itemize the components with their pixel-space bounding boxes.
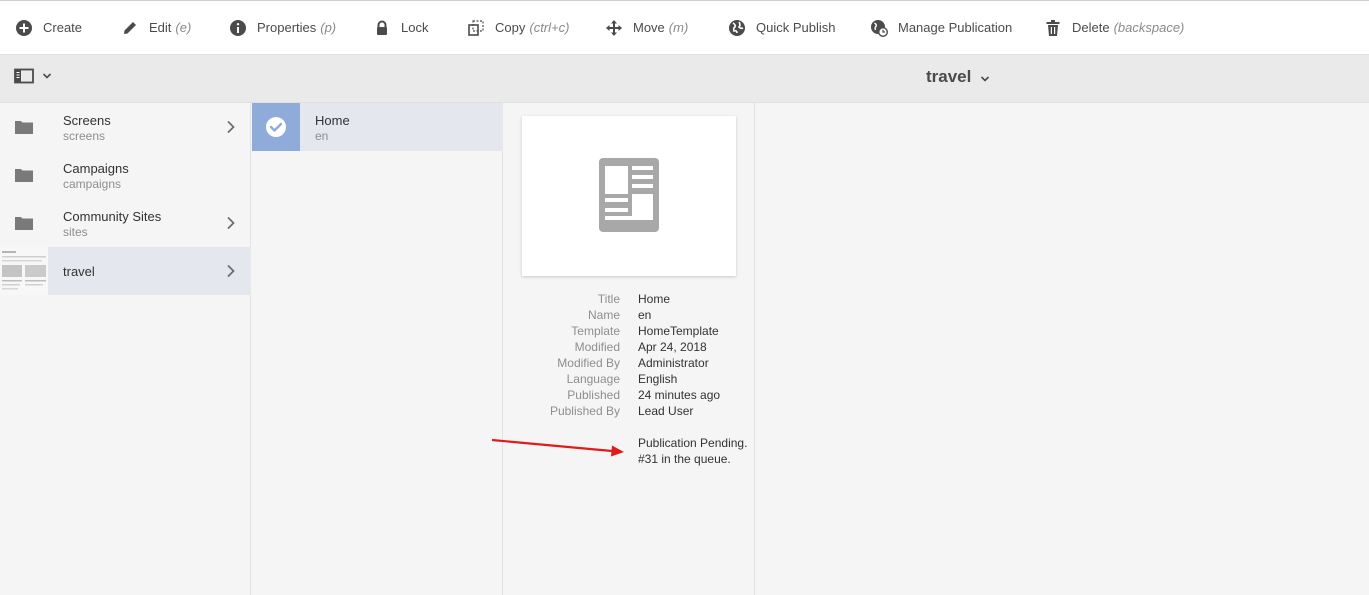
meta-template-row: Template HomeTemplate: [504, 324, 755, 340]
delete-button[interactable]: Delete (backspace): [1043, 1, 1203, 55]
metadata-list: Title Home Name en Template HomeTemplate…: [504, 292, 755, 420]
meta-modified-by-row: Modified By Administrator: [504, 356, 755, 372]
item-subtitle: screens: [63, 129, 106, 143]
manage-publication-button[interactable]: Manage Publication: [869, 1, 1043, 55]
meta-key: Published: [567, 388, 620, 402]
lock-label: Lock: [401, 20, 429, 35]
column-sites-root: Screens screens Campaigns campaigns Comm…: [0, 103, 251, 595]
meta-key: Published By: [549, 404, 620, 418]
copy-label: Copy: [495, 20, 526, 35]
move-label: Move: [633, 20, 665, 35]
delete-label: Delete: [1072, 20, 1110, 35]
folder-icon: [0, 151, 48, 199]
queue-position: #31 in the queue.: [638, 452, 731, 466]
move-button[interactable]: Move (m): [604, 1, 727, 55]
rail-toggle-button[interactable]: [14, 68, 52, 84]
globe-clock-icon: [869, 18, 889, 38]
meta-value: Home: [638, 292, 671, 306]
copy-shortcut: (ctrl+c): [529, 20, 570, 35]
meta-published-row: Published 24 minutes ago: [504, 388, 755, 404]
publication-status: Publication Pending. #31 in the queue.: [638, 435, 747, 467]
side-panel-icon: [14, 68, 34, 84]
action-toolbar: Create Edit (e) Properties (p) Lock Copy…: [0, 0, 1369, 55]
column-item-screens[interactable]: Screens screens: [0, 103, 251, 151]
item-title: Campaigns: [63, 161, 129, 176]
copy-button[interactable]: Copy (ctrl+c): [466, 1, 604, 55]
properties-button[interactable]: Properties (p): [228, 1, 372, 55]
chevron-right-icon: [226, 216, 236, 233]
item-title: Screens: [63, 113, 111, 128]
column-item-travel[interactable]: travel: [0, 247, 251, 295]
meta-language-row: Language English: [504, 372, 755, 388]
meta-value: 24 minutes ago: [638, 388, 721, 402]
quick-publish-button[interactable]: Quick Publish: [727, 1, 869, 55]
meta-key: Template: [571, 324, 620, 338]
properties-shortcut: (p): [320, 20, 337, 35]
page-title: travel: [926, 67, 972, 86]
meta-key: Name: [587, 308, 620, 322]
meta-value: en: [638, 308, 652, 322]
item-subtitle: campaigns: [63, 177, 122, 191]
item-title: Home: [315, 113, 350, 128]
selection-checkbox[interactable]: [252, 103, 300, 151]
move-shortcut: (m): [668, 20, 689, 35]
meta-key: Language: [566, 372, 620, 386]
trash-icon: [1043, 18, 1063, 38]
info-icon: [228, 18, 248, 38]
page-preview-card: [522, 116, 736, 276]
pencil-icon: [120, 18, 140, 38]
view-title-dropdown[interactable]: travel: [926, 67, 990, 87]
quick-publish-label: Quick Publish: [756, 20, 836, 35]
meta-published-by-row: Published By Lead User: [504, 404, 755, 420]
create-label: Create: [43, 20, 83, 35]
manage-publication-label: Manage Publication: [898, 20, 1013, 35]
meta-value: Apr 24, 2018: [638, 340, 707, 354]
meta-value: Lead User: [638, 404, 694, 418]
chevron-right-icon: [226, 264, 236, 281]
meta-key: Modified: [574, 340, 620, 354]
move-icon: [604, 18, 624, 38]
edit-button[interactable]: Edit (e): [120, 1, 228, 55]
checkmark-icon: [266, 117, 286, 137]
meta-key: Modified By: [557, 356, 620, 370]
meta-value: HomeTemplate: [638, 324, 719, 338]
page-template-icon: [599, 157, 659, 235]
copy-icon: [466, 18, 486, 38]
properties-label: Properties: [257, 20, 317, 35]
folder-icon: [0, 103, 48, 151]
create-button[interactable]: Create: [14, 1, 120, 55]
column-item-home[interactable]: Home en: [252, 103, 503, 151]
chevron-down-icon: [42, 72, 52, 80]
edit-shortcut: (e): [175, 20, 192, 35]
chevron-down-icon: [980, 71, 990, 86]
delete-shortcut: (backspace): [1113, 20, 1185, 35]
column-travel: Home en: [252, 103, 503, 595]
lock-icon: [372, 18, 392, 38]
details-panel: Title Home Name en Template HomeTemplate…: [504, 103, 755, 595]
meta-modified-row: Modified Apr 24, 2018: [504, 340, 755, 356]
edit-label: Edit: [149, 20, 172, 35]
meta-value: English: [638, 372, 678, 386]
plus-circle-icon: [14, 18, 34, 38]
header-bar: travel: [0, 55, 1369, 103]
folder-icon: [0, 199, 48, 247]
meta-value: Administrator: [638, 356, 709, 370]
page-thumbnail: [0, 247, 48, 295]
column-item-community-sites[interactable]: Community Sites sites: [0, 199, 251, 247]
item-title: travel: [63, 264, 95, 279]
globe-icon: [727, 18, 747, 38]
item-subtitle: en: [315, 129, 329, 143]
item-subtitle: sites: [63, 225, 88, 239]
annotation-arrow: [491, 438, 624, 457]
chevron-right-icon: [226, 120, 236, 137]
publication-status-line: Publication Pending.: [638, 436, 748, 450]
item-title: Community Sites: [63, 209, 162, 224]
meta-title-row: Title Home: [504, 292, 755, 308]
meta-key: Title: [597, 292, 620, 306]
meta-name-row: Name en: [504, 308, 755, 324]
column-item-campaigns[interactable]: Campaigns campaigns: [0, 151, 251, 199]
lock-button[interactable]: Lock: [372, 1, 466, 55]
